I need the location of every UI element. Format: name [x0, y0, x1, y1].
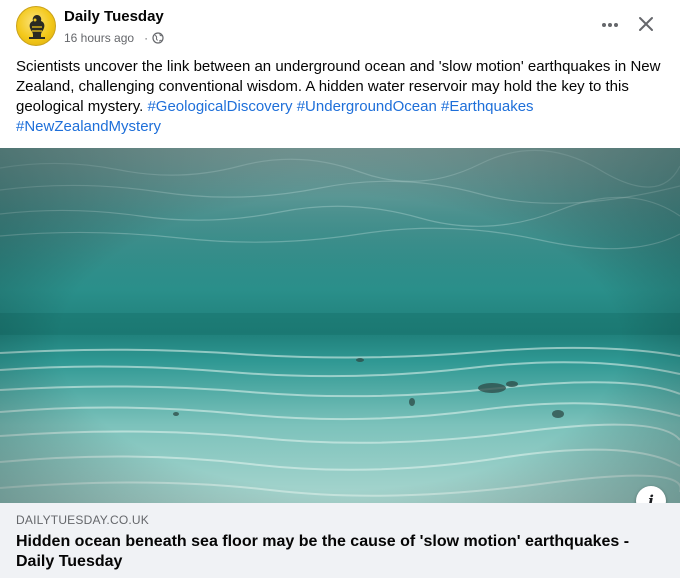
post-meta: 16 hours ago · — [64, 31, 164, 45]
link-preview-footer[interactable]: DAILYTUESDAY.CO.UK Hidden ocean beneath … — [0, 503, 680, 578]
link-title[interactable]: Hidden ocean beneath sea floor may be th… — [16, 532, 666, 572]
hashtag-link[interactable]: #Earthquakes — [441, 98, 534, 115]
meta-separator: · — [144, 31, 149, 45]
page-avatar[interactable] — [16, 6, 56, 46]
underwater-photo — [0, 148, 680, 503]
page-name-link[interactable]: Daily Tuesday — [64, 8, 164, 25]
link-domain: DAILYTUESDAY.CO.UK — [16, 513, 149, 527]
avatar-emblem-icon — [29, 15, 45, 39]
link-preview-image[interactable] — [0, 148, 680, 503]
post-card: Daily Tuesday 16 hours ago · Scientists … — [0, 0, 680, 578]
hashtag-link[interactable]: #UndergroundOcean — [297, 98, 437, 115]
post-caption: Scientists uncover the link between an u… — [16, 57, 666, 137]
post-header: Daily Tuesday 16 hours ago · — [0, 0, 680, 56]
hashtag-link[interactable]: #GeologicalDiscovery — [147, 98, 292, 115]
post-timestamp[interactable]: 16 hours ago — [64, 31, 134, 45]
close-post-button[interactable] — [632, 10, 660, 38]
globe-icon[interactable] — [152, 32, 164, 44]
close-icon — [639, 17, 653, 31]
more-dots-icon — [602, 23, 618, 27]
hashtag-link[interactable]: #NewZealandMystery — [16, 118, 161, 135]
post-menu-button[interactable] — [595, 12, 625, 38]
